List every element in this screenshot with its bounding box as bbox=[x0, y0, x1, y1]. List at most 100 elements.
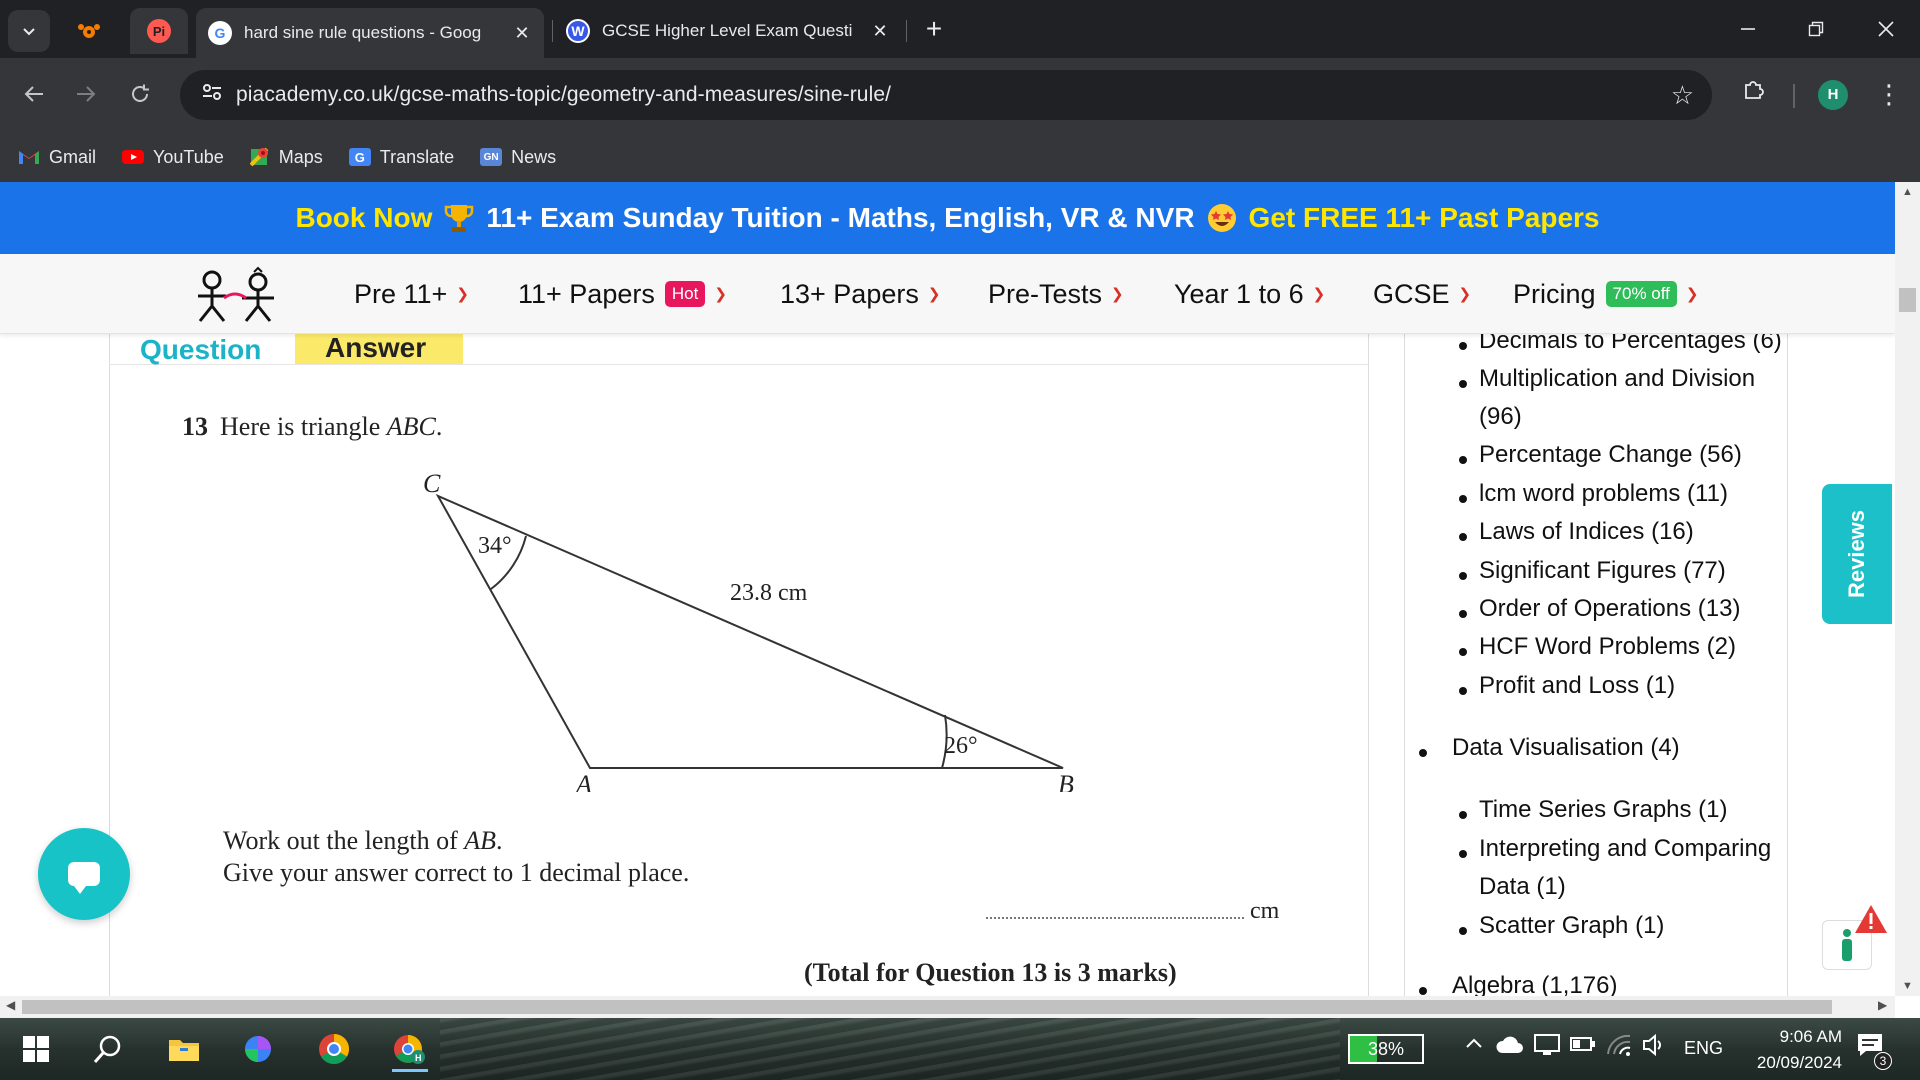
nav-pre-tests[interactable]: Pre-Tests ❯ bbox=[988, 276, 1124, 312]
pi-academy-logo[interactable] bbox=[188, 266, 288, 324]
vertical-scrollbar[interactable]: ▲ ▼ bbox=[1895, 182, 1920, 996]
battery-indicator[interactable]: 38% bbox=[1348, 1034, 1424, 1064]
browser-menu-icon[interactable]: ⋮ bbox=[1876, 76, 1902, 112]
forward-button[interactable] bbox=[66, 74, 106, 114]
vertex-b-label: B bbox=[1058, 770, 1074, 792]
scroll-up-arrow-icon[interactable]: ▲ bbox=[1901, 186, 1914, 198]
clock-date: 20/09/2024 bbox=[1756, 1053, 1842, 1072]
notification-center-button[interactable]: 3 bbox=[1856, 1032, 1892, 1070]
tab-search-button[interactable] bbox=[8, 10, 50, 52]
taskbar-chrome-profile[interactable]: H bbox=[386, 1026, 434, 1072]
nav-label: 11+ Papers bbox=[518, 278, 655, 309]
nav-year-1-to-6[interactable]: Year 1 to 6 ❯ bbox=[1174, 276, 1325, 312]
onedrive-cloud-icon[interactable] bbox=[1496, 1036, 1524, 1059]
discount-badge: 70% off bbox=[1605, 281, 1677, 307]
start-button[interactable] bbox=[12, 1026, 60, 1072]
warning-icon[interactable] bbox=[1854, 904, 1888, 934]
sidebar-section-data-visualisation[interactable]: Data Visualisation (4) bbox=[1452, 729, 1680, 767]
bookmark-translate[interactable]: G Translate bbox=[348, 147, 454, 168]
sidebar-item-interpreting-and-comparing[interactable]: Interpreting and Comparing bbox=[1479, 830, 1771, 868]
sidebar-item-time-series-graphs[interactable]: Time Series Graphs (1) bbox=[1479, 791, 1728, 829]
scroll-left-arrow-icon[interactable]: ◀ bbox=[6, 998, 15, 1012]
site-settings-icon[interactable] bbox=[188, 82, 236, 108]
nav-13-plus-papers[interactable]: 13+ Papers ❯ bbox=[780, 276, 940, 312]
sidebar-item-percentage-change[interactable]: Percentage Change (56) bbox=[1479, 436, 1742, 474]
back-button[interactable] bbox=[14, 74, 54, 114]
new-tab-button[interactable]: + bbox=[918, 14, 950, 46]
tab-gcse-exam[interactable]: W GCSE Higher Level Exam Questi ✕ bbox=[554, 10, 902, 52]
sidebar-item-scatter-graph[interactable]: Scatter Graph (1) bbox=[1479, 907, 1664, 945]
sidebar-item-interpreting-and-comparing-cont[interactable]: Data (1) bbox=[1479, 868, 1566, 906]
bookmark-star-icon[interactable]: ☆ bbox=[1671, 80, 1694, 111]
volume-icon[interactable] bbox=[1642, 1033, 1666, 1061]
chat-button[interactable] bbox=[38, 828, 130, 920]
promo-free-papers-link[interactable]: Get FREE 11+ Past Papers bbox=[1249, 202, 1600, 234]
extensions-puzzle-icon[interactable] bbox=[1736, 76, 1772, 112]
scroll-right-arrow-icon[interactable]: ▶ bbox=[1878, 998, 1887, 1012]
sidebar-item-profit-and-loss[interactable]: Profit and Loss (1) bbox=[1479, 667, 1675, 705]
tray-chevron-up-icon[interactable] bbox=[1464, 1034, 1484, 1059]
sidebar-item-multiplication-and-division[interactable]: Multiplication and Division bbox=[1479, 360, 1755, 398]
sidebar-item-hcf-word-problems[interactable]: HCF Word Problems (2) bbox=[1479, 628, 1736, 666]
gmail-icon bbox=[19, 151, 39, 164]
taskbar-file-explorer[interactable] bbox=[160, 1026, 208, 1072]
tab-title: GCSE Higher Level Exam Questi bbox=[602, 21, 853, 40]
sidebar-item-lcm-word-problems[interactable]: lcm word problems (11) bbox=[1479, 475, 1728, 513]
promo-banner[interactable]: Book Now 11+ Exam Sunday Tuition - Maths… bbox=[0, 182, 1895, 254]
nav-11-plus-papers[interactable]: 11+ Papers Hot ❯ bbox=[518, 276, 727, 312]
browser-tab-strip: Pi G hard sine rule questions - Goog ✕ W… bbox=[0, 0, 1920, 58]
list-bullet bbox=[1459, 927, 1467, 935]
nav-pricing[interactable]: Pricing 70% off ❯ bbox=[1513, 276, 1698, 312]
question-intro-period: . bbox=[435, 412, 443, 441]
sidebar-item-significant-figures[interactable]: Significant Figures (77) bbox=[1479, 552, 1726, 590]
address-bar[interactable]: piacademy.co.uk/gcse-maths-topic/geometr… bbox=[180, 70, 1712, 120]
close-icon[interactable]: ✕ bbox=[512, 23, 532, 44]
scrollbar-thumb[interactable] bbox=[22, 1000, 1832, 1014]
reload-button[interactable] bbox=[120, 74, 160, 114]
sidebar-item-multiplication-and-division-count[interactable]: (96) bbox=[1479, 398, 1522, 436]
display-icon[interactable] bbox=[1534, 1034, 1560, 1061]
sidebar-section-algebra[interactable]: Algebra (1,176) bbox=[1452, 967, 1617, 996]
pinned-tab-2[interactable]: Pi bbox=[130, 8, 188, 54]
taskbar-copilot[interactable] bbox=[234, 1026, 282, 1072]
pinned-tab-1[interactable] bbox=[60, 8, 118, 54]
battery-tray-icon[interactable] bbox=[1570, 1036, 1596, 1057]
search-button[interactable] bbox=[84, 1026, 132, 1072]
copilot-icon bbox=[245, 1036, 271, 1062]
triangle-diagram: C A B 34° 26° 23.8 cm bbox=[423, 472, 1074, 792]
chevron-down-icon: ❯ bbox=[1312, 286, 1326, 303]
star-eyes-emoji-icon bbox=[1207, 204, 1236, 232]
sidebar-item-order-of-operations[interactable]: Order of Operations (13) bbox=[1479, 590, 1740, 628]
scrollbar-thumb[interactable] bbox=[1899, 288, 1916, 312]
bookmark-maps[interactable]: Maps bbox=[249, 147, 323, 168]
taskbar-chrome[interactable] bbox=[310, 1026, 358, 1072]
close-icon[interactable]: ✕ bbox=[870, 21, 890, 42]
bookmark-youtube[interactable]: YouTube bbox=[122, 147, 224, 168]
profile-avatar[interactable]: H bbox=[1818, 80, 1848, 110]
nav-gcse[interactable]: GCSE ❯ bbox=[1373, 276, 1471, 312]
tab-title: hard sine rule questions - Goog bbox=[244, 23, 482, 42]
angle-c-label: 34° bbox=[478, 533, 512, 559]
instruction-2: Give your answer correct to 1 decimal pl… bbox=[223, 858, 690, 887]
restore-button[interactable] bbox=[1788, 6, 1844, 52]
system-clock[interactable]: 9:06 AM 20/09/2024 bbox=[1722, 1024, 1842, 1076]
horizontal-scrollbar[interactable]: ◀ ▶ bbox=[0, 996, 1895, 1018]
vertex-c-label: C bbox=[423, 472, 441, 498]
promo-message: 11+ Exam Sunday Tuition - Maths, English… bbox=[486, 202, 1195, 233]
bookmark-gmail[interactable]: Gmail bbox=[18, 147, 96, 168]
close-window-button[interactable] bbox=[1858, 6, 1914, 52]
wifi-icon[interactable] bbox=[1606, 1034, 1632, 1061]
answer-line bbox=[986, 917, 1244, 919]
promo-book-now[interactable]: Book Now bbox=[295, 202, 432, 234]
scroll-down-arrow-icon[interactable]: ▼ bbox=[1901, 980, 1914, 992]
nav-pre-11-plus[interactable]: Pre 11+ ❯ bbox=[354, 276, 469, 312]
input-language[interactable]: ENG bbox=[1684, 1038, 1723, 1059]
chevron-down-icon: ❯ bbox=[1685, 286, 1699, 303]
sidebar-item-laws-of-indices[interactable]: Laws of Indices (16) bbox=[1479, 513, 1694, 551]
tab-google-search[interactable]: G hard sine rule questions - Goog ✕ bbox=[196, 8, 544, 58]
minimize-button[interactable] bbox=[1720, 6, 1776, 52]
reviews-tab[interactable]: Reviews bbox=[1822, 484, 1892, 624]
pi-academy-icon bbox=[78, 24, 100, 38]
bookmark-news[interactable]: GN News bbox=[480, 147, 556, 168]
question-tab[interactable]: Question bbox=[140, 334, 261, 366]
